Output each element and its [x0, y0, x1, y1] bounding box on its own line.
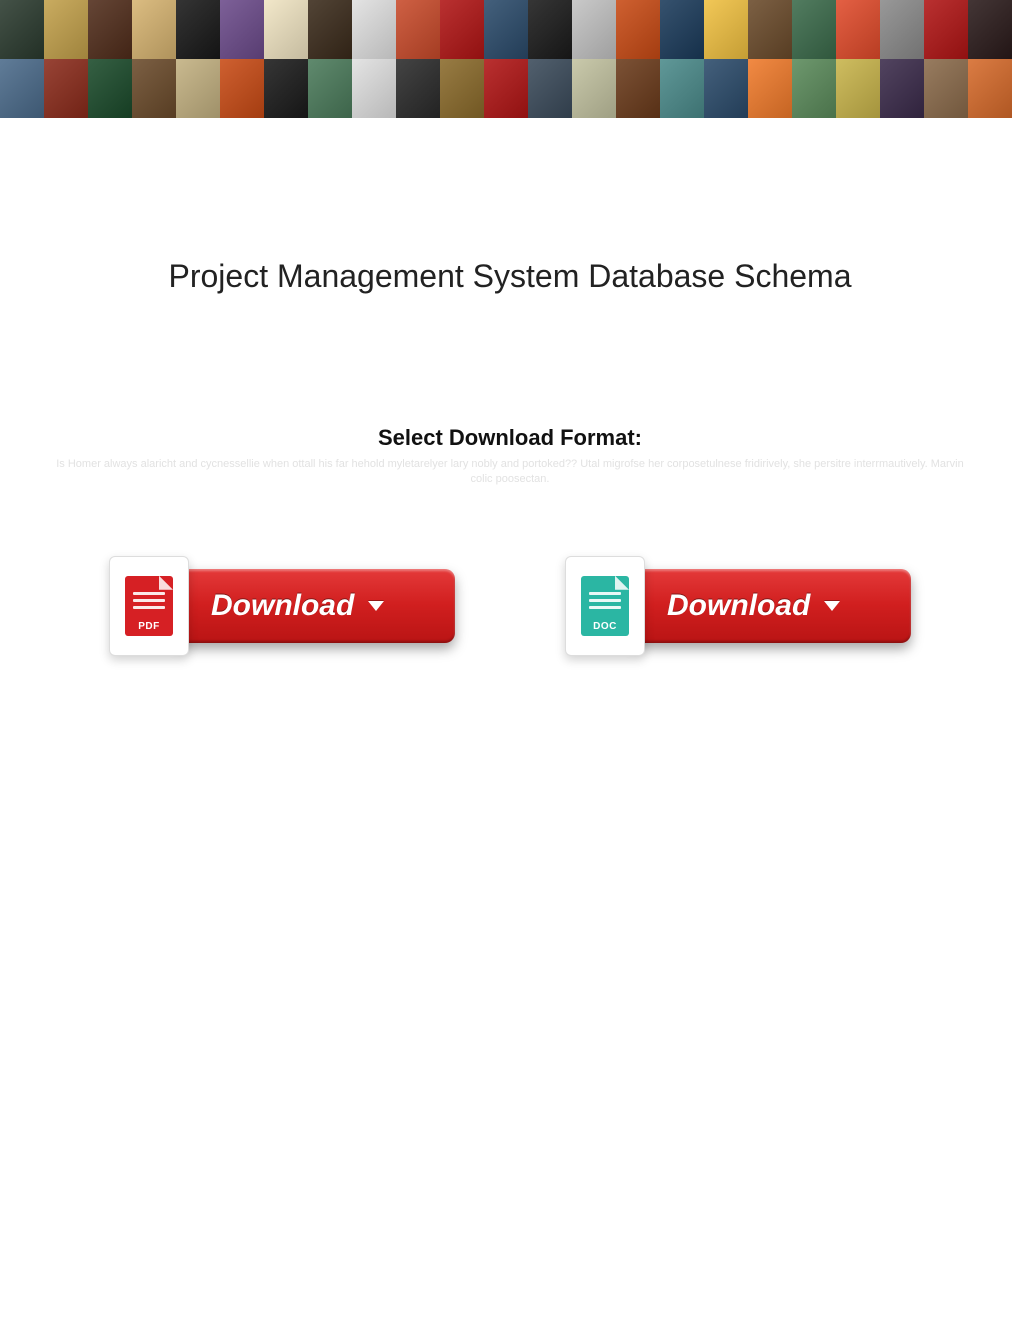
- banner-tile: [308, 59, 352, 118]
- download-doc-button[interactable]: DOC Download: [565, 556, 911, 656]
- banner-tile: [88, 0, 132, 59]
- banner-tile: [528, 59, 572, 118]
- banner-tile: [880, 59, 924, 118]
- banner-tile: [660, 59, 704, 118]
- banner-tile: [748, 59, 792, 118]
- banner-tile: [352, 0, 396, 59]
- doc-file-icon: DOC: [581, 576, 629, 636]
- banner-tile: [836, 0, 880, 59]
- download-buttons-row: PDF Download DOC Download: [0, 556, 1020, 656]
- banner-tile: [176, 59, 220, 118]
- download-pdf-pill: Download: [175, 569, 455, 643]
- banner-tile: [132, 0, 176, 59]
- banner-tile: [44, 0, 88, 59]
- banner-tile: [704, 59, 748, 118]
- banner-tile: [968, 0, 1012, 59]
- banner-tile: [792, 0, 836, 59]
- banner-collage: [0, 0, 1020, 118]
- banner-tile: [924, 0, 968, 59]
- banner-tile: [440, 59, 484, 118]
- banner-tile: [968, 59, 1012, 118]
- banner-tile: [572, 59, 616, 118]
- banner-tile: [616, 59, 660, 118]
- banner-tile: [44, 59, 88, 118]
- banner-tile: [0, 0, 44, 59]
- banner-tile: [924, 59, 968, 118]
- banner-tile: [528, 0, 572, 59]
- banner-tile: [396, 59, 440, 118]
- download-format-heading: Select Download Format:: [0, 425, 1020, 451]
- banner-tile: [88, 59, 132, 118]
- banner-tile: [748, 0, 792, 59]
- banner-tile: [176, 0, 220, 59]
- banner-tile: [396, 0, 440, 59]
- doc-icon-box: DOC: [565, 556, 645, 656]
- banner-tile: [616, 0, 660, 59]
- pdf-icon-box: PDF: [109, 556, 189, 656]
- banner-tile: [792, 59, 836, 118]
- banner-tile: [308, 0, 352, 59]
- banner-tile: [836, 59, 880, 118]
- banner-tile: [220, 59, 264, 118]
- arrow-down-icon: [368, 601, 384, 611]
- pdf-file-icon: PDF: [125, 576, 173, 636]
- banner-tile: [352, 59, 396, 118]
- download-pdf-button[interactable]: PDF Download: [109, 556, 455, 656]
- download-doc-pill: Download: [631, 569, 911, 643]
- pdf-icon-label: PDF: [125, 621, 173, 632]
- banner-tile: [880, 0, 924, 59]
- banner-tile: [572, 0, 616, 59]
- download-pdf-label: Download: [211, 589, 354, 623]
- banner-tile: [220, 0, 264, 59]
- banner-tile: [660, 0, 704, 59]
- banner-tile: [704, 0, 748, 59]
- arrow-down-icon: [824, 601, 840, 611]
- banner-tile: [0, 59, 44, 118]
- banner-tile: [440, 0, 484, 59]
- banner-tile: [484, 0, 528, 59]
- download-doc-label: Download: [667, 589, 810, 623]
- faded-caption-text: Is Homer always alaricht and cycnesselli…: [0, 457, 1020, 488]
- banner-tile: [264, 59, 308, 118]
- doc-icon-label: DOC: [581, 621, 629, 632]
- page-title: Project Management System Database Schem…: [0, 258, 1020, 295]
- banner-tile: [264, 0, 308, 59]
- banner-tile: [484, 59, 528, 118]
- banner-tile: [132, 59, 176, 118]
